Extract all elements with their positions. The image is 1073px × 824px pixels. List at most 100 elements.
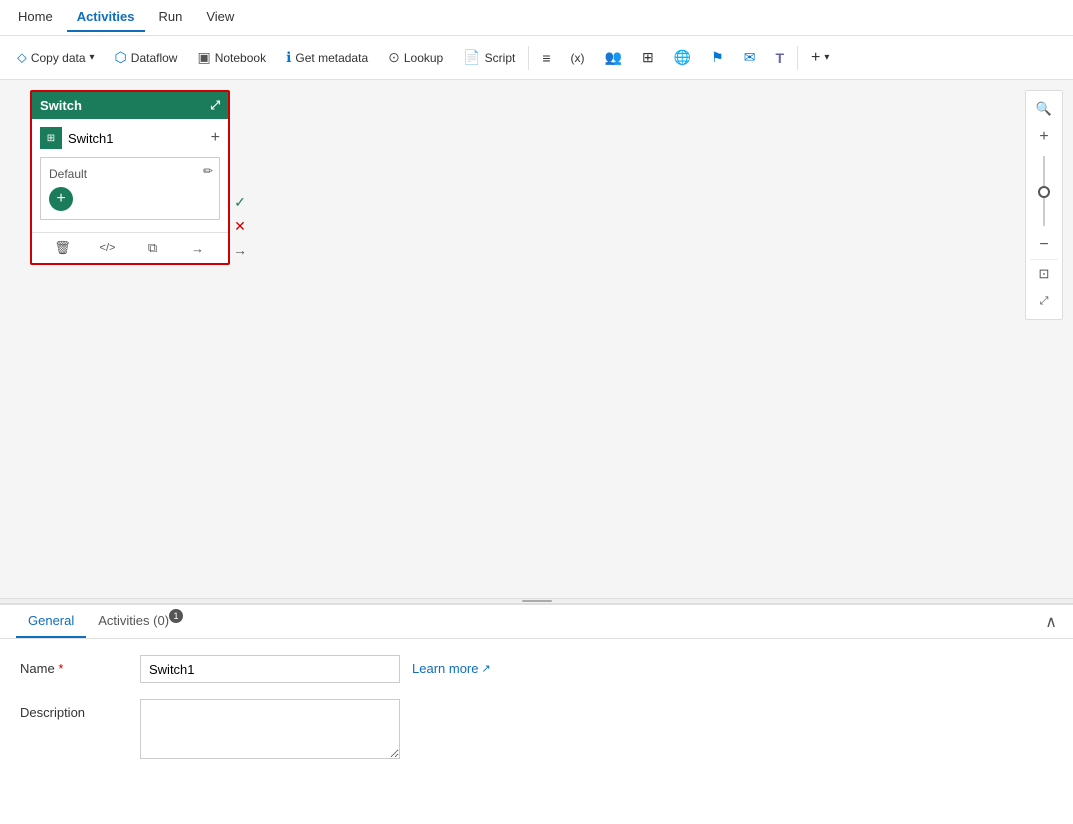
zoom-slider[interactable] [1043,151,1045,231]
switch-node: Switch ⤢ ⊞ Switch1 + Default ✏ + 🗑 [30,90,230,265]
nav-view[interactable]: View [196,3,244,32]
description-field-container [140,699,1053,759]
name-field-container: Learn more ↗ [140,655,1053,683]
people-button[interactable]: 👥 [596,44,631,71]
name-required-indicator: * [58,661,63,676]
copy-data-icon: ⬦ [17,49,27,66]
switch-expand-button[interactable]: ⤢ [210,98,220,113]
get-metadata-label: Get metadata [295,51,368,65]
toolbar-separator-1 [528,46,529,70]
name-label: Name * [20,655,120,676]
filter-button[interactable]: ≡ [533,45,559,71]
teams-icon: T [775,50,784,66]
name-form-row: Name * Learn more ↗ [20,655,1053,683]
flag-button[interactable]: ⚑ [702,44,733,71]
drag-handle-line [522,600,552,602]
globe-icon: 🌐 [674,49,691,66]
dataflow-button[interactable]: ⬡ Dataflow [106,44,187,71]
nav-run[interactable]: Run [149,3,193,32]
panel-tabs: General Activities (0) 1 ∧ [0,605,1073,639]
toolbar: ⬦ Copy data ▾ ⬡ Dataflow ▣ Notebook ℹ Ge… [0,36,1073,80]
more-button[interactable]: + ▾ [802,44,838,72]
teams-button[interactable]: T [766,45,793,71]
zoom-out-button[interactable]: − [1030,231,1058,259]
switch-default-case: Default ✏ + [40,157,220,220]
learn-more-icon: ↗ [481,662,490,675]
nav-home[interactable]: Home [8,3,63,32]
get-metadata-button[interactable]: ℹ Get metadata [277,44,377,71]
add-activity-button[interactable]: + [49,187,73,211]
switch-node-header: Switch ⤢ [32,92,228,119]
code-view-button[interactable]: </> [97,237,119,259]
toolbar-separator-2 [797,46,798,70]
description-form-row: Description [20,699,1053,759]
expand-icon: ⤢ [210,98,220,113]
description-label-text: Description [20,705,85,720]
outlook-button[interactable]: ✉ [735,44,765,71]
zoom-slider-track [1043,156,1045,226]
switch-add-case-button[interactable]: + [211,129,220,147]
activities-badge: 1 [169,609,183,623]
zoom-search-button[interactable]: 🔍 [1030,95,1058,123]
zoom-in-button[interactable]: + [1030,123,1058,151]
cancel-action-button[interactable]: ✕ [230,214,250,238]
switch-name-row: ⊞ Switch1 + [40,125,220,151]
main-area: Switch ⤢ ⊞ Switch1 + Default ✏ + 🗑 [0,80,1073,598]
switch-node-body: ⊞ Switch1 + Default ✏ + [32,119,228,232]
top-nav: Home Activities Run View [0,0,1073,36]
canvas-area[interactable]: Switch ⤢ ⊞ Switch1 + Default ✏ + 🗑 [0,80,1073,372]
switch-node-icon: ⊞ [40,127,62,149]
node-side-actions: ✓ ✕ → [230,90,250,262]
tab-activities[interactable]: Activities (0) 1 [86,605,181,638]
variable-button[interactable]: (x) [562,46,594,70]
notebook-icon: ▣ [197,49,210,66]
dataflow-label: Dataflow [131,51,178,65]
nav-activities[interactable]: Activities [67,3,145,32]
action-arrow-button[interactable]: → [230,238,250,262]
navigate-button[interactable]: → [187,237,209,259]
filter-icon: ≡ [542,50,550,66]
panel-content: Name * Learn more ↗ Description [0,639,1073,791]
name-label-text: Name [20,661,55,676]
script-icon: 📄 [463,49,480,66]
description-textarea[interactable] [140,699,400,759]
delete-node-button[interactable]: 🗑 [52,237,74,259]
copy-data-label: Copy data [31,51,86,65]
grid-button[interactable]: ⊞ [633,44,663,71]
lookup-label: Lookup [404,51,443,65]
switch-node-title: Switch [40,98,82,113]
zoom-controls: 🔍 + − ⊡ ⤢ [1025,90,1063,320]
more-plus-icon: + [811,49,820,67]
learn-more-label: Learn more [412,661,478,676]
lookup-button[interactable]: ⊙ Lookup [379,44,452,71]
edit-default-button[interactable]: ✏ [203,164,213,178]
panel-collapse-button[interactable]: ∧ [1045,612,1057,632]
script-button[interactable]: 📄 Script [454,44,524,71]
learn-more-link[interactable]: Learn more ↗ [412,655,491,676]
switch-node-footer: 🗑 </> ⧉ → [32,232,228,263]
bottom-panel: General Activities (0) 1 ∧ Name * Learn … [0,604,1073,824]
zoom-slider-thumb [1038,186,1050,198]
more-dropdown-icon: ▾ [824,52,829,63]
dataflow-icon: ⬡ [115,49,127,66]
zoom-expand-button[interactable]: ⤢ [1030,287,1058,315]
outlook-icon: ✉ [744,49,756,66]
notebook-label: Notebook [215,51,266,65]
zoom-fit-button[interactable]: ⊡ [1030,259,1058,287]
tab-general[interactable]: General [16,605,86,638]
grid-icon: ⊞ [642,49,654,66]
copy-node-button[interactable]: ⧉ [142,237,164,259]
notebook-button[interactable]: ▣ Notebook [188,44,275,71]
globe-button[interactable]: 🌐 [665,44,700,71]
people-icon: 👥 [605,49,622,66]
lookup-icon: ⊙ [388,49,400,66]
copy-data-button[interactable]: ⬦ Copy data ▾ [8,44,104,71]
script-label: Script [485,51,516,65]
copy-data-dropdown-icon: ▾ [90,52,95,63]
switch-node-name: Switch1 [68,131,205,146]
tab-activities-label: Activities (0) [98,613,169,628]
name-input[interactable] [140,655,400,683]
flag-icon: ⚑ [711,49,724,66]
confirm-action-button[interactable]: ✓ [230,190,250,214]
variable-icon: (x) [571,51,585,65]
